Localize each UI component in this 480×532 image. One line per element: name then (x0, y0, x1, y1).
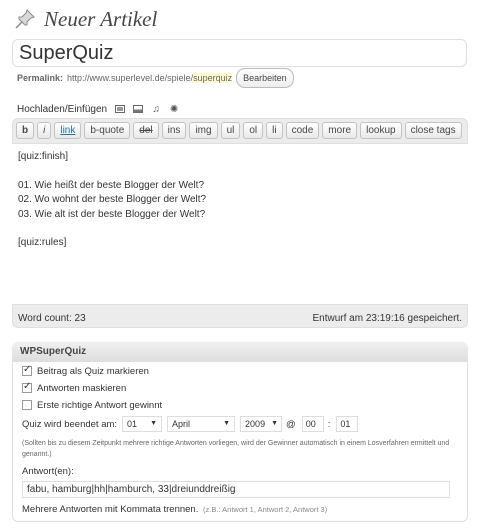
end-date-hint: (Sollten bis zu diesem Zeitpunkt mehrere… (22, 440, 450, 458)
editor-line: 03. Wie alt ist der beste Blogger der We… (18, 208, 206, 220)
quicktag-blockquote-button[interactable]: b-quote (84, 122, 131, 139)
media-icon[interactable]: ✺ (169, 104, 179, 115)
edit-permalink-button[interactable]: Bearbeiten (236, 68, 294, 88)
editor-line: [quiz:finish] (18, 151, 69, 162)
quicktag-bold-button[interactable]: b (16, 122, 35, 139)
permalink-row: Permalink: http://www.superlevel.de/spie… (17, 68, 294, 88)
answers-label: Antwort(en): (22, 466, 74, 477)
editor-line: [quiz:rules] (18, 237, 67, 249)
checkbox-row-mark-as-quiz[interactable]: Beitrag als Quiz markieren (22, 364, 149, 378)
permalink-base: http://www.superlevel.de/spiele/ (67, 73, 194, 83)
month-value: April (172, 419, 191, 429)
month-select[interactable]: April ▼ (167, 416, 236, 432)
quicktag-li-button[interactable]: li (266, 122, 283, 139)
pushpin-icon (14, 8, 36, 30)
hour-input[interactable]: 00 (301, 416, 324, 432)
checkbox-row-mask-answers[interactable]: Antworten maskieren (22, 381, 126, 395)
audio-icon[interactable]: ♫ (151, 104, 161, 115)
checkbox-label: Beitrag als Quiz markieren (37, 365, 149, 377)
quicktag-ins-button[interactable]: ins (161, 122, 187, 139)
at-separator: @ (286, 418, 296, 430)
year-select[interactable]: 2009 ▼ (240, 416, 283, 432)
checkbox-row-first-correct-wins[interactable]: Erste richtige Antwort gewinnt (22, 398, 162, 412)
page-header: Neuer Artikel (14, 6, 157, 32)
chevron-down-icon: ▼ (271, 420, 279, 427)
quicktag-italic-button[interactable]: i (37, 122, 52, 139)
word-count: Word count: 23 (18, 312, 86, 324)
editor-status-bar: Word count: 23 Entwurf am 23:19:16 gespe… (18, 310, 462, 326)
quicktag-del-button[interactable]: del (133, 122, 159, 139)
quicktag-more-button[interactable]: more (322, 122, 358, 139)
quicktag-link-button[interactable]: link (54, 122, 82, 139)
chevron-down-icon: ▼ (223, 420, 231, 427)
answers-note: Mehrere Antworten mit Kommata trennen. (… (22, 504, 327, 515)
checkbox-label: Erste richtige Antwort gewinnt (37, 399, 163, 411)
media-upload-label: Hochladen/Einfügen (17, 103, 108, 115)
video-icon[interactable] (133, 104, 144, 114)
first-correct-wins-checkbox[interactable] (22, 400, 32, 410)
answers-example: (z.B.: Antwort 1, Antwort 2, Antwort 3) (203, 505, 328, 514)
day-value: 01 (127, 419, 138, 429)
post-title-input[interactable]: SuperQuiz (12, 39, 467, 67)
day-select[interactable]: 01 ▼ (122, 416, 163, 432)
post-content-textarea[interactable]: [quiz:finish] 01. Wie heißt der beste Bl… (12, 143, 468, 305)
quiz-end-date-row: Quiz wird beendet am: 01 ▼ April ▼ 2009 ▼ @… (22, 416, 359, 432)
permalink-slug[interactable]: superquiz (193, 73, 233, 83)
mark-as-quiz-checkbox[interactable] (22, 364, 32, 376)
permalink-label: Permalink: (17, 73, 64, 83)
minute-input[interactable]: 01 (336, 416, 359, 432)
answers-input[interactable]: fabu, hamburg|hh|hamburch, 33|dreiunddre… (22, 481, 450, 498)
page-title: Neuer Artikel (44, 6, 158, 31)
quicktag-ul-button[interactable]: ul (220, 122, 241, 139)
draft-saved-status: Entwurf am 23:19:16 gespeichert. (312, 312, 462, 324)
mask-answers-checkbox[interactable] (22, 381, 32, 393)
time-colon: : (327, 418, 331, 430)
quicktag-img-button[interactable]: img (189, 122, 218, 139)
quicktag-close-tags-button[interactable]: close tags (404, 122, 462, 139)
quicktag-lookup-button[interactable]: lookup (360, 122, 402, 139)
image-icon[interactable] (115, 104, 126, 114)
editor-line: 01. Wie heißt der beste Blogger der Welt… (18, 179, 205, 191)
panel-title: WPSuperQuiz (20, 346, 87, 357)
end-date-label: Quiz wird beendet am: (22, 418, 118, 430)
quicktags-toolbar: b i link b-quote del ins img ul ol li co… (16, 122, 462, 139)
checkbox-label: Antworten maskieren (37, 382, 127, 394)
quicktag-code-button[interactable]: code (285, 122, 320, 139)
editor-line: 02. Wo wohnt der beste Blogger der Welt? (18, 194, 207, 206)
chevron-down-icon: ▼ (150, 420, 158, 427)
answers-note-text: Mehrere Antworten mit Kommata trennen. (22, 504, 199, 515)
year-value: 2009 (245, 419, 266, 429)
media-upload-row: Hochladen/Einfügen ♫ ✺ (17, 102, 179, 116)
quicktag-ol-button[interactable]: ol (243, 122, 264, 139)
